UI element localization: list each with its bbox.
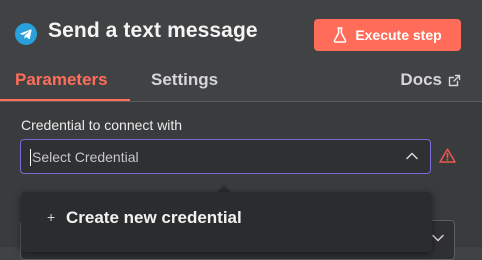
telegram-icon [15,23,37,45]
chevron-down-icon [432,234,444,242]
plus-icon: + [47,209,56,225]
flask-icon [334,27,347,43]
chevron-up-icon [406,152,418,160]
create-new-credential-option[interactable]: + Create new credential [21,192,432,244]
tab-parameters[interactable]: Parameters [15,70,108,90]
credential-select[interactable]: Select Credential [20,139,431,174]
tab-bar: Parameters Settings Docs [0,68,482,102]
external-link-icon [448,74,461,86]
node-header: Send a text message Execute step [0,0,482,68]
credential-select-placeholder: Select Credential [32,149,139,165]
node-title: Send a text message [48,19,258,42]
tab-docs-label: Docs [400,70,442,89]
execute-step-button[interactable]: Execute step [314,19,461,51]
tab-docs[interactable]: Docs [400,70,461,90]
credential-label: Credential to connect with [21,117,183,133]
active-tab-indicator [0,99,130,101]
text-caret [30,149,31,166]
warning-icon [439,148,456,163]
execute-step-label: Execute step [355,27,442,43]
tab-settings[interactable]: Settings [151,70,218,90]
credential-dropdown: + Create new credential [21,192,432,252]
create-new-credential-label: Create new credential [66,208,242,227]
